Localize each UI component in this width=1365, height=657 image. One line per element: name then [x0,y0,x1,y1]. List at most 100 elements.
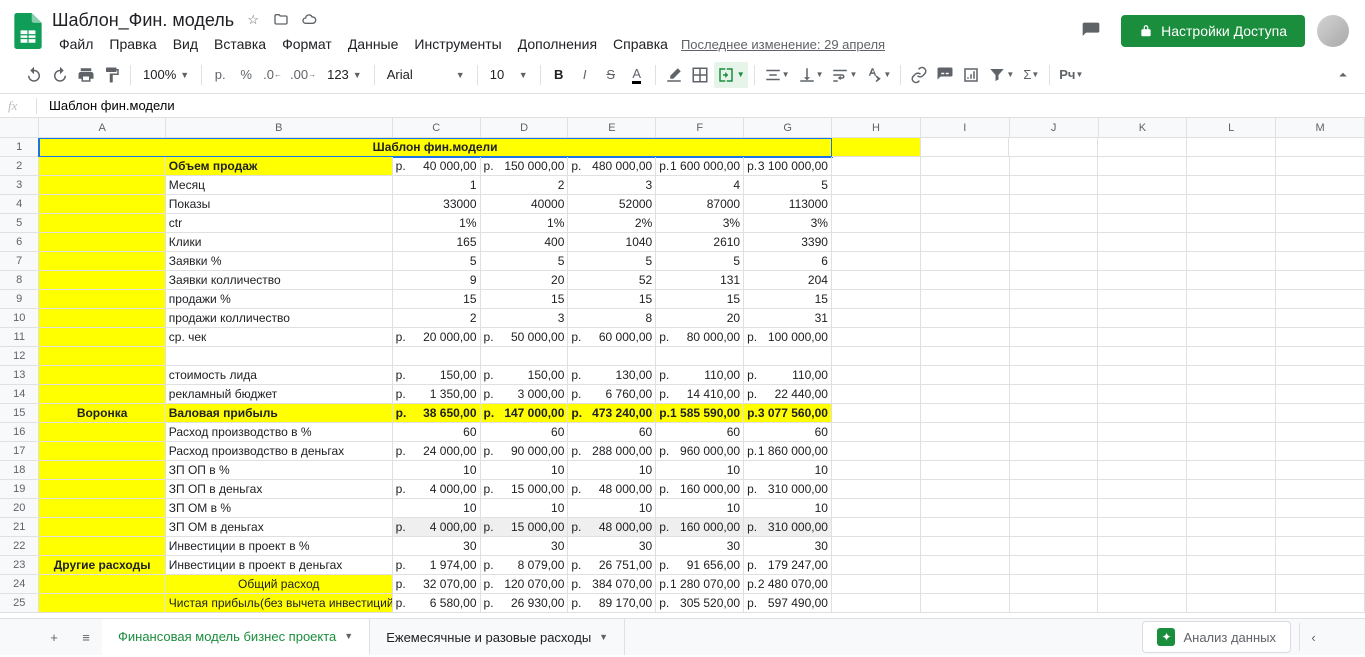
cell[interactable] [1010,594,1099,613]
row-header[interactable]: 13 [0,366,39,385]
cell[interactable] [1276,290,1365,309]
increase-decimals-button[interactable]: .00→ [287,62,319,88]
cell[interactable]: р.1 600 000,00 [656,157,744,176]
cell[interactable] [166,347,393,366]
cell[interactable] [1187,195,1276,214]
cell[interactable]: 15 [481,290,569,309]
cell[interactable]: Заявки % [166,252,393,271]
cell[interactable]: р.597 490,00 [744,594,832,613]
cell[interactable] [1098,480,1187,499]
cell[interactable] [1010,252,1099,271]
cell[interactable]: р.100 000,00 [744,328,832,347]
cell[interactable]: р.1 585 590,00 [656,404,744,423]
cell[interactable]: 60 [744,423,832,442]
filter-button[interactable]: ▼ [985,62,1017,88]
cell[interactable] [1276,176,1365,195]
row-header[interactable]: 3 [0,176,39,195]
cell[interactable]: р.384 070,00 [568,575,656,594]
cell[interactable] [1187,404,1276,423]
cell[interactable]: р.4 000,00 [393,480,481,499]
col-header[interactable]: M [1276,118,1365,137]
cell[interactable]: р.1 280 070,00 [656,575,744,594]
cell[interactable]: 20 [656,309,744,328]
cell[interactable]: р.4 000,00 [393,518,481,537]
cell[interactable] [568,347,656,366]
cell[interactable] [1276,214,1365,233]
cell[interactable] [1276,157,1365,176]
cell[interactable] [832,252,921,271]
paint-format-button[interactable] [100,62,124,88]
cell[interactable] [832,404,921,423]
col-header[interactable]: B [166,118,393,137]
cell[interactable] [1010,195,1099,214]
cell[interactable] [39,575,165,594]
cell[interactable] [832,575,921,594]
row-header[interactable]: 16 [0,423,39,442]
cell[interactable]: 10 [744,499,832,518]
cell[interactable]: 30 [481,537,569,556]
cell[interactable]: 40000 [481,195,569,214]
cell[interactable]: р.960 000,00 [656,442,744,461]
cell[interactable] [921,157,1010,176]
cell[interactable]: 2 [481,176,569,195]
cell[interactable]: р.110,00 [656,366,744,385]
cell[interactable] [1010,214,1099,233]
cell[interactable] [39,594,165,613]
cell[interactable]: 10 [393,499,481,518]
text-color-button[interactable]: A [625,62,649,88]
cell[interactable]: 31 [744,309,832,328]
cloud-status-icon[interactable] [300,11,318,29]
cell[interactable]: Шаблон фин.модели [39,138,831,157]
cell[interactable]: 10 [656,499,744,518]
cell[interactable]: 1 [393,176,481,195]
last-edit-link[interactable]: Последнее изменение: 29 апреля [681,37,885,52]
cell[interactable] [832,157,921,176]
cell[interactable] [921,518,1010,537]
explore-button[interactable]: ✦ Анализ данных [1142,621,1291,653]
collapse-toolbar-icon[interactable] [1331,62,1355,88]
cell[interactable]: р.110,00 [744,366,832,385]
cell[interactable]: р.150,00 [393,366,481,385]
cell[interactable] [832,347,921,366]
cell[interactable]: ср. чек [166,328,393,347]
input-tools-button[interactable]: Рч▼ [1056,62,1086,88]
cell[interactable] [1187,366,1276,385]
cell[interactable] [39,499,165,518]
cell[interactable] [921,176,1010,195]
cell[interactable]: р.6 760,00 [568,385,656,404]
row-header[interactable]: 12 [0,347,39,366]
cell[interactable] [39,461,165,480]
cell[interactable]: р.24 000,00 [393,442,481,461]
cell[interactable]: 2610 [656,233,744,252]
cell[interactable]: р.20 000,00 [393,328,481,347]
cell[interactable] [1187,499,1276,518]
cell[interactable] [1276,480,1365,499]
menu-view[interactable]: Вид [166,35,205,53]
cell[interactable] [1098,290,1187,309]
cell[interactable] [1010,309,1099,328]
cell[interactable]: р.1 974,00 [393,556,481,575]
row-header[interactable]: 4 [0,195,39,214]
cell[interactable]: р.179 247,00 [744,556,832,575]
cell[interactable]: 204 [744,271,832,290]
cell[interactable] [656,347,744,366]
cell[interactable] [39,157,165,176]
select-all-corner[interactable] [0,118,39,137]
cell[interactable] [921,404,1010,423]
col-header[interactable]: D [481,118,569,137]
cell[interactable]: р.26 930,00 [481,594,569,613]
cell[interactable]: 60 [656,423,744,442]
cell[interactable]: р.89 170,00 [568,594,656,613]
cell[interactable] [1187,176,1276,195]
cell[interactable] [921,138,1010,157]
cell[interactable]: 30 [656,537,744,556]
cell[interactable] [1276,195,1365,214]
row-header[interactable]: 20 [0,499,39,518]
cell[interactable] [1187,328,1276,347]
cell[interactable] [1187,271,1276,290]
cell[interactable] [1010,271,1099,290]
all-sheets-button[interactable]: ≡ [70,621,102,653]
cell[interactable] [39,214,165,233]
cell[interactable]: р.48 000,00 [568,480,656,499]
cell[interactable] [1010,575,1099,594]
